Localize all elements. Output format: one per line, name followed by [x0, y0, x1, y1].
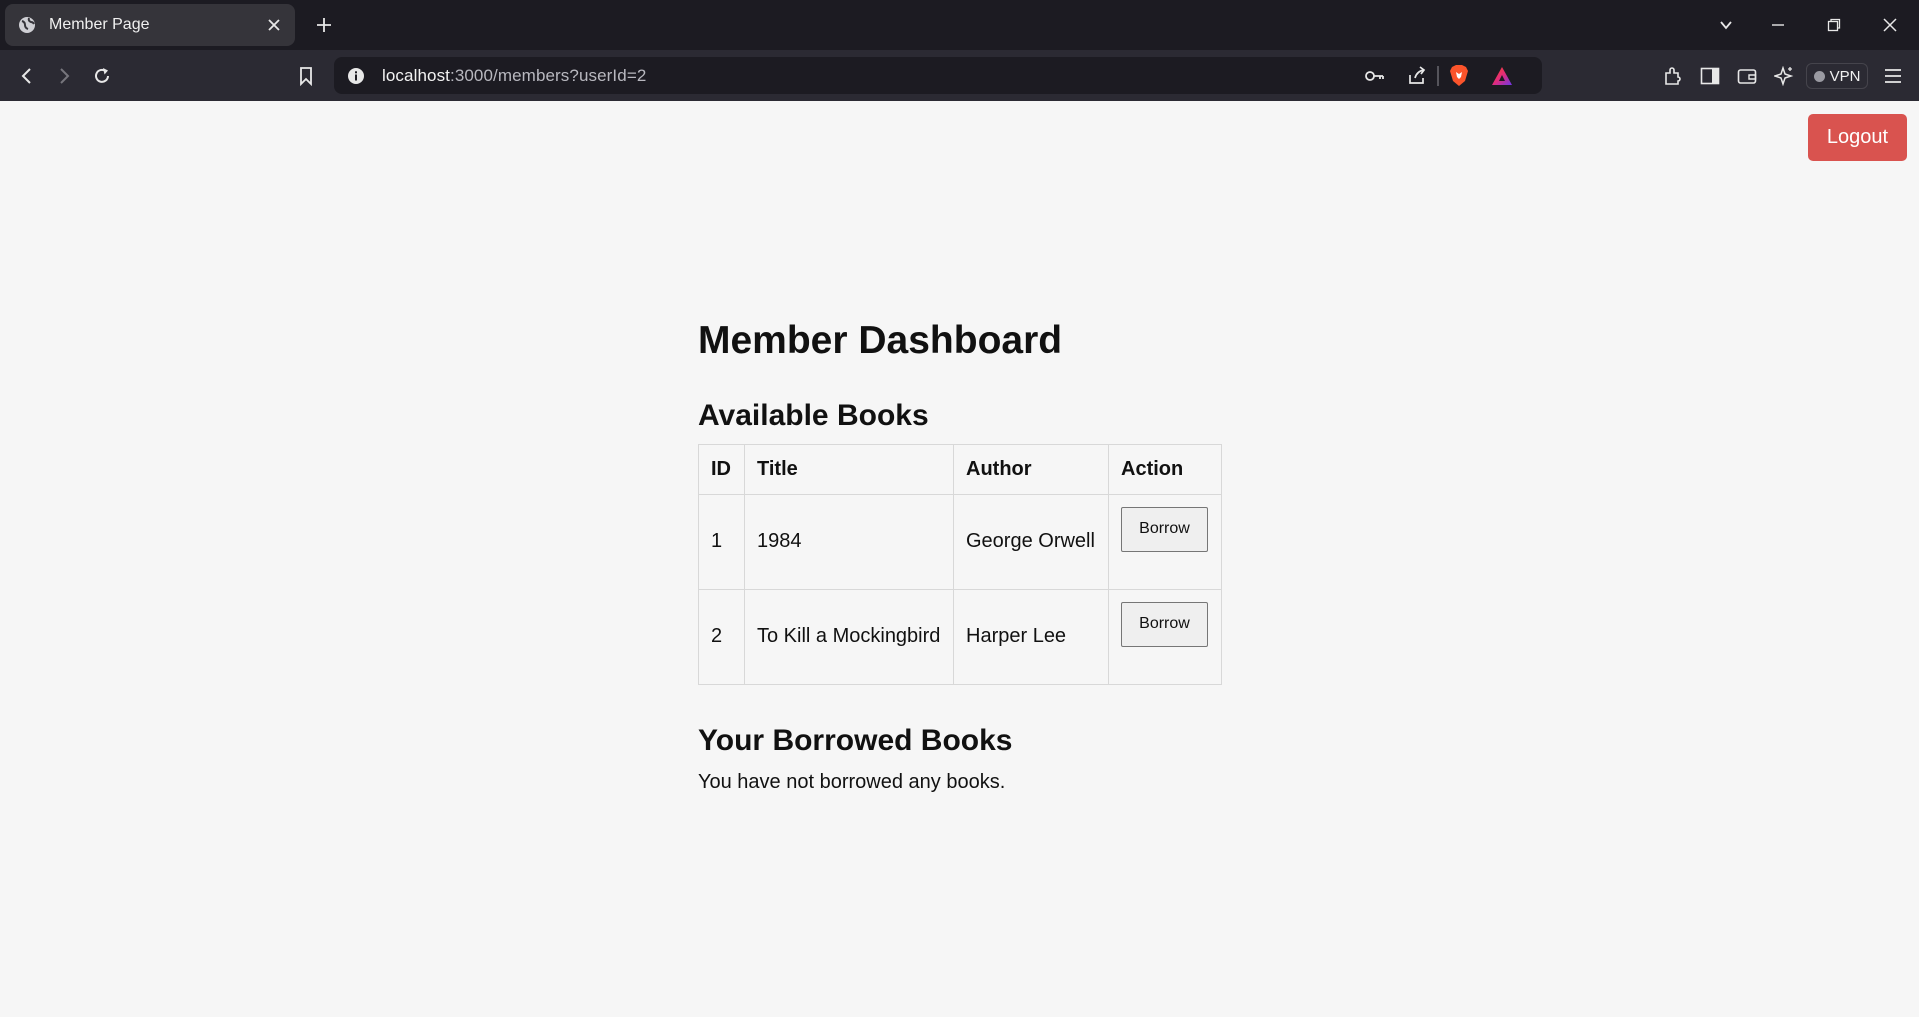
cell-id: 2 [698, 588, 745, 685]
dashboard-content: Member Dashboard Available Books ID Titl… [698, 319, 1298, 794]
url-host: localhost [382, 66, 450, 85]
cell-title: To Kill a Mockingbird [744, 588, 954, 685]
borrowed-empty-message: You have not borrowed any books. [698, 770, 1006, 793]
table-row: 1 1984 George Orwell Borrow [698, 493, 1222, 590]
url-path: :3000/members?userId=2 [450, 66, 647, 85]
column-header-author: Author [953, 443, 1109, 495]
extensions-icon[interactable] [1660, 63, 1686, 89]
share-icon[interactable] [1405, 64, 1429, 88]
page-body: Logout Member Dashboard Available Books … [0, 101, 1919, 1017]
logout-button[interactable]: Logout [1808, 114, 1907, 161]
cell-id: 1 [698, 493, 745, 590]
table-header-row: ID Title Author Action [698, 443, 1222, 495]
minimize-icon[interactable] [1766, 13, 1790, 37]
available-books-heading: Available Books [698, 398, 929, 432]
info-icon[interactable] [346, 66, 366, 86]
tab-bar: Member Page [0, 0, 1919, 50]
cell-title: 1984 [744, 493, 954, 590]
divider [1437, 66, 1439, 86]
browser-tab[interactable]: Member Page [5, 4, 295, 46]
bookmark-icon[interactable] [293, 63, 319, 89]
wallet-icon[interactable] [1734, 63, 1760, 89]
back-icon[interactable] [14, 63, 40, 89]
vpn-button[interactable]: VPN [1806, 63, 1868, 89]
forward-icon[interactable] [51, 63, 77, 89]
plus-icon[interactable] [312, 13, 336, 37]
chevron-down-icon[interactable] [1714, 13, 1738, 37]
cell-action: Borrow [1108, 493, 1222, 590]
address-bar[interactable]: localhost:3000/members?userId=2 [334, 57, 1542, 94]
leo-ai-icon[interactable] [1771, 63, 1797, 89]
borrow-button[interactable]: Borrow [1121, 506, 1208, 552]
key-icon[interactable] [1362, 64, 1386, 88]
sidebar-icon[interactable] [1697, 63, 1723, 89]
borrow-button[interactable]: Borrow [1121, 601, 1208, 647]
cell-author: Harper Lee [953, 588, 1109, 685]
brave-shield-icon[interactable] [1447, 64, 1471, 88]
restore-icon[interactable] [1822, 13, 1846, 37]
globe-icon [17, 15, 37, 35]
close-icon[interactable] [265, 16, 283, 34]
column-header-id: ID [698, 443, 745, 495]
column-header-title: Title [744, 443, 954, 495]
vpn-label: VPN [1829, 67, 1861, 85]
table-row: 2 To Kill a Mockingbird Harper Lee Borro… [698, 588, 1222, 685]
reload-icon[interactable] [89, 63, 115, 89]
cell-action: Borrow [1108, 588, 1222, 685]
vpn-status-dot [1813, 70, 1825, 82]
page-title: Member Dashboard [698, 319, 1063, 362]
menu-icon[interactable] [1880, 63, 1906, 89]
window-close-icon[interactable] [1878, 13, 1902, 37]
tab-title: Member Page [49, 16, 150, 33]
url-text: localhost:3000/members?userId=2 [382, 66, 646, 86]
cell-author: George Orwell [953, 493, 1109, 590]
borrowed-books-heading: Your Borrowed Books [698, 723, 1013, 757]
books-table: ID Title Author Action 1 1984 George Orw… [698, 443, 1222, 685]
brave-rewards-icon[interactable] [1490, 64, 1514, 88]
column-header-action: Action [1108, 443, 1222, 495]
